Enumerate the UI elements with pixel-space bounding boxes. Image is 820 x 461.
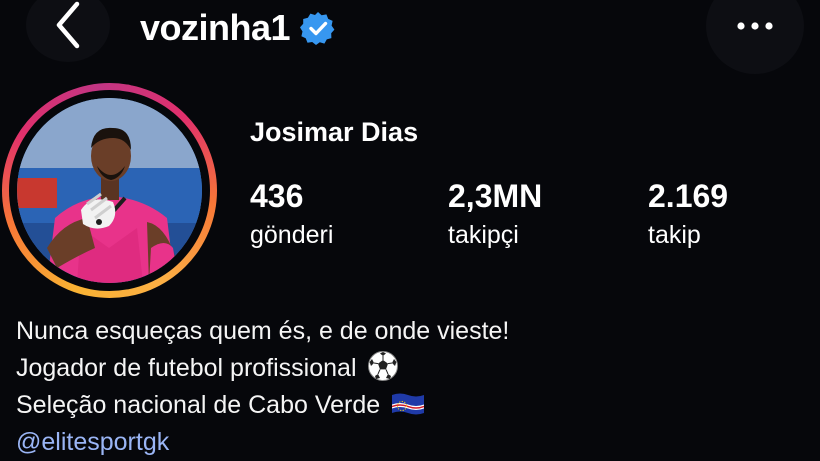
display-name: Josimar Dias	[250, 117, 419, 147]
bio-line-1: Nunca esqueças quem és, e de onde vieste…	[16, 317, 510, 345]
bio-mention-link[interactable]: @elitesportgk	[16, 424, 806, 461]
chevron-left-icon	[56, 1, 80, 49]
followers-count: 2,3MN	[448, 178, 543, 214]
posts-label: gönderi	[250, 221, 334, 249]
more-horizontal-icon	[737, 22, 773, 30]
top-bar: vozinha1	[0, 0, 820, 74]
profile-avatar[interactable]	[17, 98, 202, 283]
stat-following[interactable]: 2.169 takip	[648, 178, 728, 252]
bio-line-3-text: Seleção nacional de Cabo Verde	[16, 391, 381, 419]
soccer-ball-icon	[368, 351, 399, 381]
username: vozinha1	[140, 7, 291, 48]
followers-label: takipçi	[448, 221, 519, 249]
bio-line-2-text: Jogador de futebol profissional	[16, 354, 357, 382]
back-button[interactable]	[26, 0, 110, 62]
bio-line-2: Jogador de futebol profissional	[16, 350, 806, 387]
profile-username-header: vozinha1	[140, 6, 336, 50]
stat-posts[interactable]: 436 gönderi	[250, 178, 333, 252]
profile-bio: Nunca esqueças quem és, e de onde vieste…	[16, 313, 806, 461]
bio-line-3: Seleção nacional de Cabo Verde	[16, 387, 806, 424]
stat-followers[interactable]: 2,3MN takipçi	[448, 178, 542, 252]
verified-badge-icon	[300, 12, 335, 45]
following-label: takip	[648, 221, 701, 249]
story-ring[interactable]	[2, 83, 217, 298]
cape-verde-flag-icon	[392, 393, 425, 415]
posts-count: 436	[250, 178, 304, 214]
more-options-button[interactable]	[706, 0, 804, 74]
following-count: 2.169	[648, 178, 729, 214]
